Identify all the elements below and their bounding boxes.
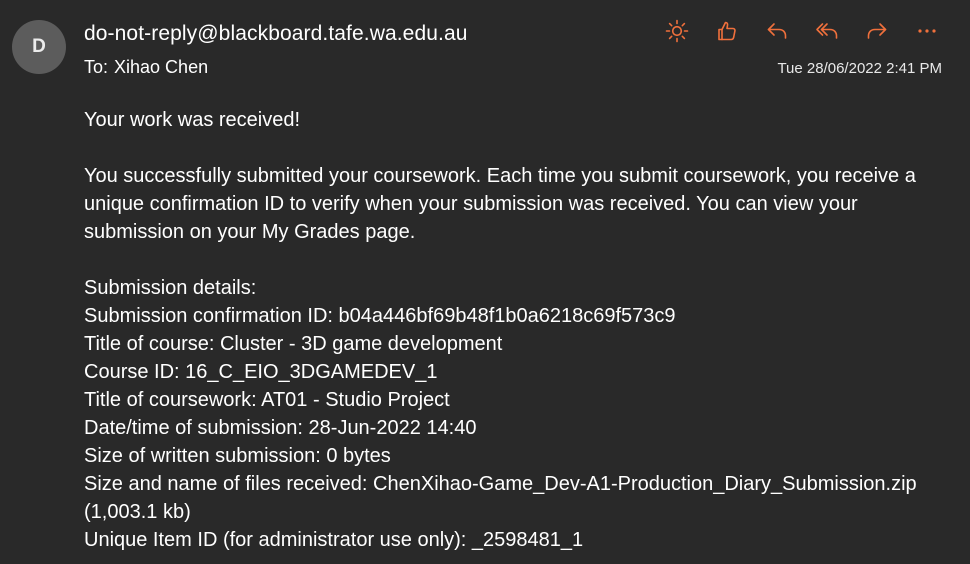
detail-course-id: Course ID: 16_C_EIO_3DGAMEDEV_1 <box>84 361 438 383</box>
received-datetime: Tue 28/06/2022 2:41 PM <box>777 60 942 77</box>
thumbs-up-icon[interactable] <box>710 14 744 48</box>
detail-written-size: Size of written submission: 0 bytes <box>84 445 391 467</box>
message-body: Your work was received! You successfully… <box>84 106 944 554</box>
detail-confirmation-id: Submission confirmation ID: b04a446bf69b… <box>84 305 676 327</box>
sun-icon[interactable] <box>660 14 694 48</box>
message-intro: You successfully submitted your coursewo… <box>84 165 916 243</box>
sender-address[interactable]: do-not-reply@blackboard.tafe.wa.edu.au <box>84 22 468 46</box>
recipient-name[interactable]: Xihao Chen <box>114 57 208 77</box>
avatar[interactable]: D <box>12 20 66 74</box>
email-reading-pane: D do-not-reply@blackboard.tafe.wa.edu.au… <box>0 0 970 564</box>
reply-icon[interactable] <box>760 14 794 48</box>
reply-all-icon[interactable] <box>810 14 844 48</box>
detail-files-received: Size and name of files received: ChenXih… <box>84 473 917 523</box>
to-line: To: Xihao Chen <box>84 57 208 78</box>
forward-icon[interactable] <box>860 14 894 48</box>
message-headline: Your work was received! <box>84 109 301 131</box>
more-icon[interactable] <box>910 14 944 48</box>
details-heading: Submission details: <box>84 277 257 299</box>
to-label: To: <box>84 57 109 77</box>
detail-unique-item-id: Unique Item ID (for administrator use on… <box>84 529 584 551</box>
message-toolbar <box>660 14 944 48</box>
detail-submission-datetime: Date/time of submission: 28-Jun-2022 14:… <box>84 417 477 439</box>
detail-course-title: Title of course: Cluster - 3D game devel… <box>84 333 503 355</box>
detail-coursework-title: Title of coursework: AT01 - Studio Proje… <box>84 389 450 411</box>
